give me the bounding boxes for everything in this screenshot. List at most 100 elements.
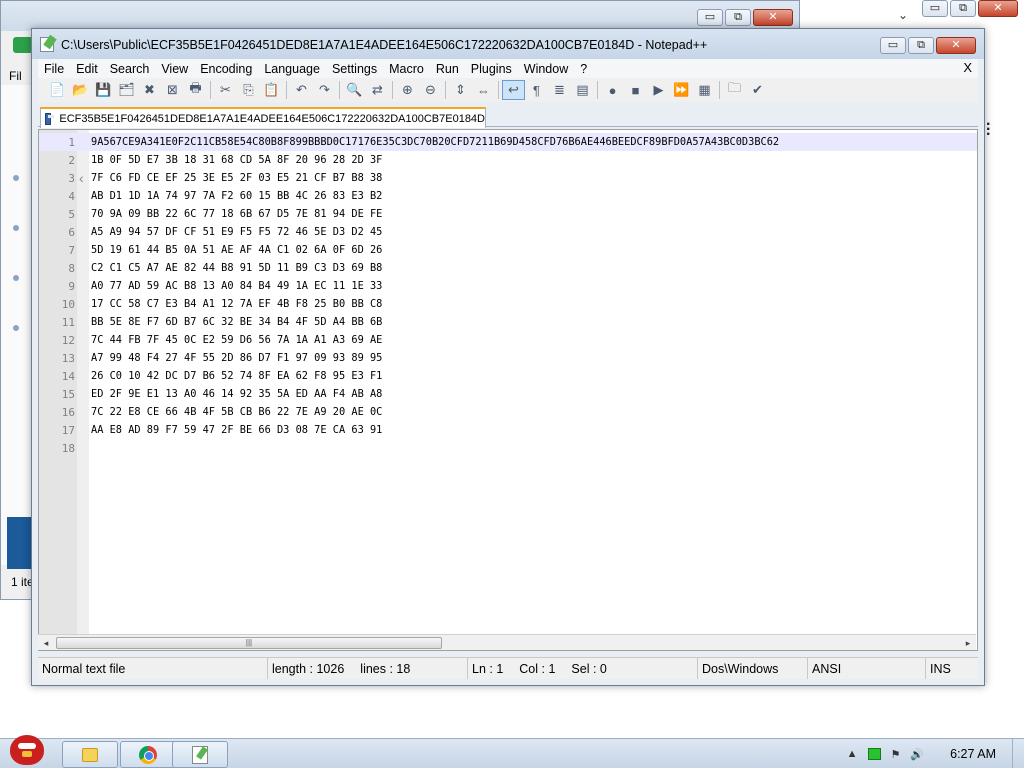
taskbar-notepad-button[interactable]	[172, 741, 228, 768]
battery-icon[interactable]	[867, 748, 881, 760]
editor-line[interactable]: 3 7F C6 FD CE EF 25 3E E5 2F 03 E5 21 CF …	[39, 169, 977, 187]
bg-nav-icon[interactable]	[13, 275, 19, 281]
redo-icon[interactable]: ↷	[313, 80, 336, 100]
menu-search[interactable]: Search	[104, 62, 156, 76]
scroll-right-arrow[interactable]: ▸	[960, 635, 976, 651]
play-macro-icon[interactable]: ▶	[647, 80, 670, 100]
menu-encoding[interactable]: Encoding	[194, 62, 258, 76]
editor-line[interactable]: 7 5D 19 61 44 B5 0A 51 AE AF 4A C1 02 6A …	[39, 241, 977, 259]
menu-settings[interactable]: Settings	[326, 62, 383, 76]
find-icon[interactable]: 🔍	[343, 80, 366, 100]
bg-nav-icon[interactable]	[13, 175, 19, 181]
line-text[interactable]: C2 C1 C5 A7 AE 82 44 B8 91 5D 11 B9 C3 D…	[91, 262, 382, 274]
editor-line[interactable]: 5 70 9A 09 BB 22 6C 77 18 6B 67 D5 7E 81 …	[39, 205, 977, 223]
text-lines[interactable]: 1 9A567CE9A341E0F2C11CB58E54C80B8F899BBBD…	[39, 133, 977, 457]
line-text[interactable]: 26 C0 10 42 DC D7 B6 52 74 8F EA 62 F8 9…	[91, 370, 382, 382]
editor-area[interactable]: 1 9A567CE9A341E0F2C11CB58E54C80B8F899BBBD…	[38, 129, 978, 651]
sync-vertical-icon[interactable]: ⇕	[449, 80, 472, 100]
editor-line[interactable]: 13 A7 99 48 F4 27 4F 55 2D 86 D7 F1 97 09…	[39, 349, 977, 367]
maximize-button[interactable]: ⧉	[908, 37, 934, 54]
bg-maximize-button[interactable]: ⧉	[725, 9, 751, 26]
title-bar[interactable]: C:\Users\Public\ECF35B5E1F0426451DED8E1A…	[32, 29, 984, 59]
run-macro-multiple-icon[interactable]: ⏩	[670, 80, 693, 100]
sync-horizontal-icon[interactable]: ⇔	[472, 80, 495, 100]
print-icon[interactable]: 🖶	[184, 80, 207, 100]
editor-line[interactable]: 18	[39, 439, 977, 457]
line-text[interactable]: 70 9A 09 BB 22 6C 77 18 6B 67 D5 7E 81 9…	[91, 208, 382, 220]
cut-icon[interactable]: ✂	[214, 80, 237, 100]
show-hidden-icons-arrow[interactable]: ▲	[847, 748, 858, 760]
undo-icon[interactable]: ↶	[290, 80, 313, 100]
menu-file[interactable]: File	[38, 62, 70, 76]
close-document-button[interactable]: X	[963, 60, 972, 75]
editor-line[interactable]: 1 9A567CE9A341E0F2C11CB58E54C80B8F899BBBD…	[39, 133, 977, 151]
menu-run[interactable]: Run	[430, 62, 465, 76]
menu-window[interactable]: Window	[518, 62, 574, 76]
line-text[interactable]: 1B 0F 5D E7 3B 18 31 68 CD 5A 8F 20 96 2…	[91, 154, 382, 166]
editor-line[interactable]: 8 C2 C1 C5 A7 AE 82 44 B8 91 5D 11 B9 C3 …	[39, 259, 977, 277]
document-tab[interactable]: ECF35B5E1F0426451DED8E1A7A1E4ADEE164E506…	[40, 107, 486, 128]
open-file-icon[interactable]: 📂	[69, 80, 92, 100]
line-text[interactable]: ED 2F 9E E1 13 A0 46 14 92 35 5A ED AA F…	[91, 388, 382, 400]
doc-map-icon[interactable]: ▤	[571, 80, 594, 100]
editor-line[interactable]: 4 AB D1 1D 1A 74 97 7A F2 60 15 BB 4C 26 …	[39, 187, 977, 205]
line-text[interactable]: 17 CC 58 C7 E3 B4 A1 12 7A EF 4B F8 25 B…	[91, 298, 382, 310]
line-text[interactable]: 7C 44 FB 7F 45 0C E2 59 D6 56 7A 1A A1 A…	[91, 334, 382, 346]
copy-icon[interactable]: ⎘	[237, 80, 260, 100]
line-text[interactable]: BB 5E 8E F7 6D B7 6C 32 BE 34 B4 4F 5D A…	[91, 316, 382, 328]
bg2-maximize-button[interactable]: ⧉	[950, 0, 976, 17]
stop-record-icon[interactable]: ■	[624, 80, 647, 100]
close-button[interactable]: ✕	[936, 37, 976, 54]
menu-plugins[interactable]: Plugins	[465, 62, 518, 76]
menu-view[interactable]: View	[155, 62, 194, 76]
more-options-icon[interactable]: · · ·	[986, 117, 991, 143]
editor-line[interactable]: 17 AA E8 AD 89 F7 59 47 2F BE 66 D3 08 7E…	[39, 421, 977, 439]
zoom-out-icon[interactable]: ⊖	[419, 80, 442, 100]
editor-line[interactable]: 10 17 CC 58 C7 E3 B4 A1 12 7A EF 4B F8 25…	[39, 295, 977, 313]
replace-icon[interactable]: ⇄	[366, 80, 389, 100]
spellcheck-icon[interactable]: ✔	[746, 80, 769, 100]
scrollbar-thumb[interactable]: |||	[56, 637, 442, 649]
menu-help[interactable]: ?	[574, 62, 593, 76]
taskbar-chrome-button[interactable]	[120, 741, 176, 768]
zoom-in-icon[interactable]: ⊕	[396, 80, 419, 100]
chevron-down-icon[interactable]: ⌄	[898, 8, 908, 22]
word-wrap-icon[interactable]: ↩	[502, 80, 525, 100]
close-icon[interactable]: ✖	[138, 80, 161, 100]
scroll-left-arrow[interactable]: ◂	[38, 635, 54, 651]
horizontal-scrollbar[interactable]: ◂ ||| ▸	[38, 634, 976, 650]
show-desktop-button[interactable]	[1012, 739, 1024, 768]
line-text[interactable]: A7 99 48 F4 27 4F 55 2D 86 D7 F1 97 09 9…	[91, 352, 382, 364]
line-text[interactable]: 7C 22 E8 CE 66 4B 4F 5B CB B6 22 7E A9 2…	[91, 406, 382, 418]
bg2-close-button[interactable]: ✕	[978, 0, 1018, 17]
line-text[interactable]: A5 A9 94 57 DF CF 51 E9 F5 F5 72 46 5E D…	[91, 226, 382, 238]
line-text[interactable]: 9A567CE9A341E0F2C11CB58E54C80B8F899BBBD0…	[91, 136, 779, 148]
save-all-icon[interactable]: 🗂	[115, 80, 138, 100]
taskbar-explorer-button[interactable]	[62, 741, 118, 768]
record-macro-icon[interactable]: ●	[601, 80, 624, 100]
bg-menu-file[interactable]: Fil	[9, 69, 22, 83]
editor-line[interactable]: 16 7C 22 E8 CE 66 4B 4F 5B CB B6 22 7E A9…	[39, 403, 977, 421]
menu-edit[interactable]: Edit	[70, 62, 104, 76]
editor-line[interactable]: 2 1B 0F 5D E7 3B 18 31 68 CD 5A 8F 20 96 …	[39, 151, 977, 169]
start-button[interactable]	[4, 731, 48, 768]
folder-workspace-icon[interactable]: 🗀	[723, 80, 746, 100]
show-all-chars-icon[interactable]: ¶	[525, 80, 548, 100]
bg-close-button[interactable]: ✕	[753, 9, 793, 26]
menu-macro[interactable]: Macro	[383, 62, 430, 76]
minimize-button[interactable]: ▭	[880, 37, 906, 54]
menu-language[interactable]: Language	[258, 62, 326, 76]
save-icon[interactable]: 💾	[92, 80, 115, 100]
bg-nav-icon[interactable]	[13, 225, 19, 231]
flag-icon[interactable]: ⚑	[891, 748, 901, 761]
line-text[interactable]: AA E8 AD 89 F7 59 47 2F BE 66 D3 08 7E C…	[91, 424, 382, 436]
editor-line[interactable]: 6 A5 A9 94 57 DF CF 51 E9 F5 F5 72 46 5E …	[39, 223, 977, 241]
paste-icon[interactable]: 📋	[260, 80, 283, 100]
line-text[interactable]: AB D1 1D 1A 74 97 7A F2 60 15 BB 4C 26 8…	[91, 190, 382, 202]
editor-line[interactable]: 11 BB 5E 8E F7 6D B7 6C 32 BE 34 B4 4F 5D…	[39, 313, 977, 331]
bg-nav-icon[interactable]	[13, 325, 19, 331]
bg-minimize-button[interactable]: ▭	[697, 9, 723, 26]
line-text[interactable]: 5D 19 61 44 B5 0A 51 AE AF 4A C1 02 6A 0…	[91, 244, 382, 256]
line-text[interactable]: A0 77 AD 59 AC B8 13 A0 84 B4 49 1A EC 1…	[91, 280, 382, 292]
volume-icon[interactable]: 🔊	[910, 748, 924, 761]
